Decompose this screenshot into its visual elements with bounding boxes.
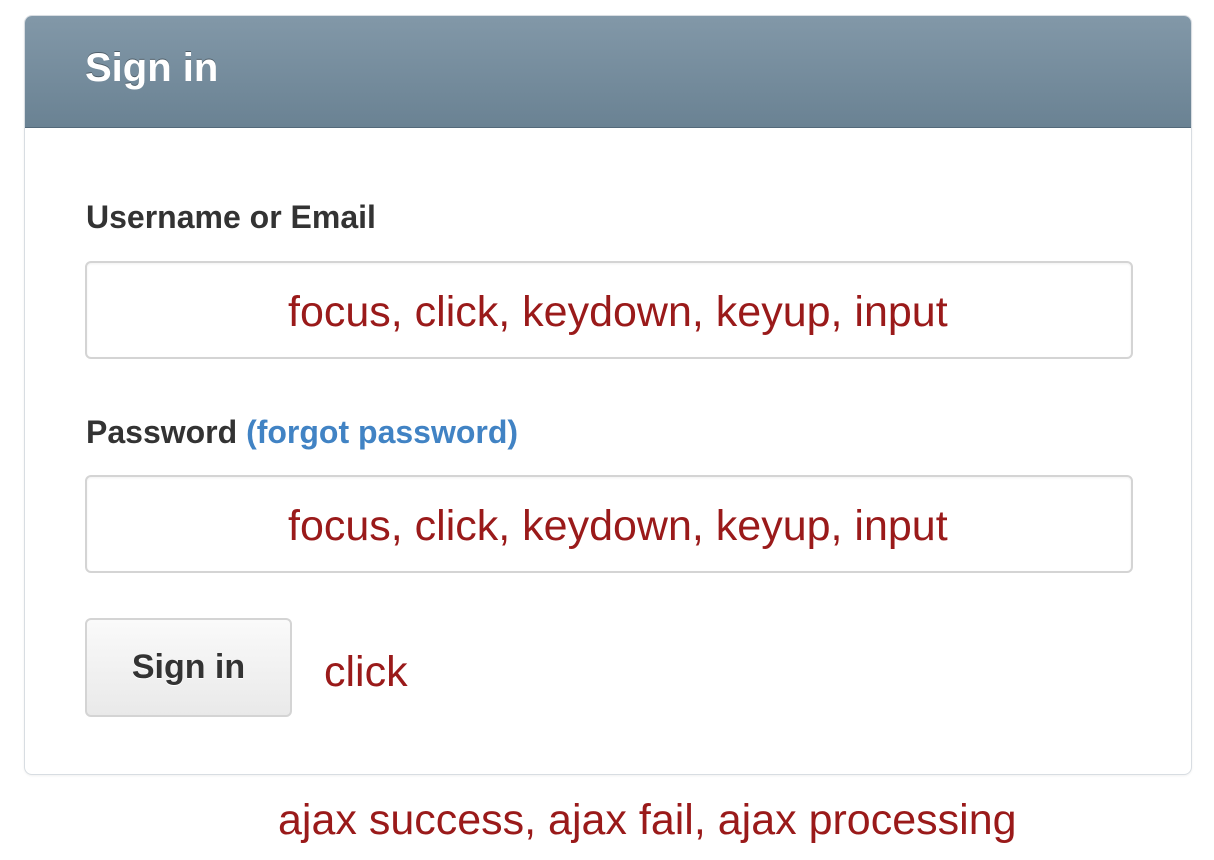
- sign-in-button[interactable]: Sign in: [85, 618, 292, 717]
- ajax-events-annotation: ajax success, ajax fail, ajax processing: [278, 796, 1017, 844]
- password-label: Password: [86, 414, 238, 450]
- panel-header: Sign in: [25, 16, 1191, 128]
- password-label-row: Password (forgot password): [86, 414, 518, 451]
- password-events-annotation: focus, click, keydown, keyup, input: [288, 502, 948, 550]
- username-label: Username or Email: [86, 199, 376, 235]
- username-events-annotation: focus, click, keydown, keyup, input: [288, 288, 948, 336]
- forgot-password-link[interactable]: (forgot password): [246, 414, 518, 450]
- button-events-annotation: click: [324, 648, 408, 696]
- login-panel: Sign in Username or Email focus, click, …: [24, 15, 1192, 775]
- panel-title: Sign in: [85, 46, 219, 90]
